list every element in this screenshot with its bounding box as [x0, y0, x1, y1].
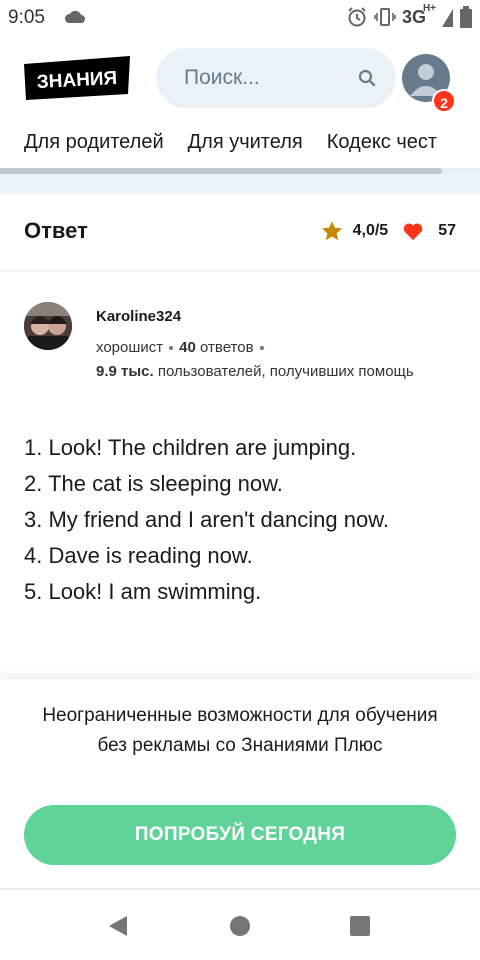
author-helped-count: 9.9 тыс.	[96, 363, 154, 380]
svg-text:ЗНАНИЯ: ЗНАНИЯ	[36, 68, 117, 93]
separator-dot	[259, 346, 264, 351]
search-input[interactable]	[182, 65, 346, 91]
star-icon	[321, 221, 342, 241]
tab-parents[interactable]: Для родителей	[24, 122, 164, 162]
cloud-icon	[64, 10, 85, 23]
battery-icon	[460, 6, 472, 28]
system-nav-bar	[0, 890, 480, 960]
status-bar: 9:05 3G H+	[0, 0, 480, 36]
back-icon[interactable]	[106, 914, 130, 938]
answer-line: 1. Look! The children are jumping.	[24, 435, 357, 460]
author-avatar[interactable]	[24, 302, 72, 350]
status-time: 9:05	[8, 7, 45, 28]
answer-line: 2. The cat is sleeping now.	[24, 471, 283, 496]
alarm-icon	[348, 7, 366, 27]
tab-teachers[interactable]: Для учителя	[188, 122, 303, 162]
answer-title: Ответ	[24, 218, 88, 243]
notification-badge: 2	[432, 89, 456, 113]
vibrate-icon	[374, 8, 396, 26]
home-icon[interactable]	[228, 914, 252, 938]
search-bar[interactable]	[156, 48, 396, 108]
rating-value: 4,0/5	[352, 222, 389, 239]
signal-icon	[442, 9, 453, 27]
answer-line: 3. My friend and I aren't dancing now.	[24, 507, 389, 532]
answer-header: Ответ 4,0/5 57	[0, 194, 480, 270]
plus-promo-banner: Неограниченные возможности для обучения …	[0, 678, 480, 889]
separator-dot	[169, 346, 174, 351]
author-answers-label: ответов	[200, 339, 254, 356]
network-indicator: 3G H+	[401, 2, 436, 27]
recents-icon[interactable]	[348, 914, 372, 938]
app-header: ЗНАНИЯ 2	[0, 40, 480, 120]
category-nav: Для родителей Для учителя Кодекс чест	[0, 122, 480, 172]
heart-icon[interactable]	[402, 221, 424, 241]
section-separator	[0, 174, 480, 194]
answer-line: 5. Look! I am swimming.	[24, 579, 262, 604]
author-helped-label: пользователей, получивших помощь	[157, 363, 414, 380]
answer-text: 1. Look! The children are jumping. 2. Th…	[24, 430, 456, 610]
author-name[interactable]: Karoline324	[96, 308, 181, 325]
search-icon[interactable]	[358, 69, 376, 87]
tab-honor-code[interactable]: Кодекс чест	[327, 122, 437, 162]
author-answers-count: 40	[179, 339, 196, 356]
answer-line: 4. Dave is reading now.	[24, 543, 253, 568]
author-photo-icon	[24, 302, 72, 350]
answer-rating: 4,0/5 57	[321, 220, 456, 242]
promo-text: Неограниченные возможности для обучения …	[42, 705, 438, 756]
likes-count: 57	[438, 222, 456, 239]
try-today-button[interactable]: ПОПРОБУЙ СЕГОДНЯ	[24, 805, 456, 865]
author-rank: хорошист	[96, 339, 164, 356]
znania-logo[interactable]: ЗНАНИЯ	[24, 56, 130, 100]
author-meta: хорошист 40 ответов 9.9 тыс. пользователе…	[96, 336, 416, 384]
divider	[0, 270, 480, 272]
